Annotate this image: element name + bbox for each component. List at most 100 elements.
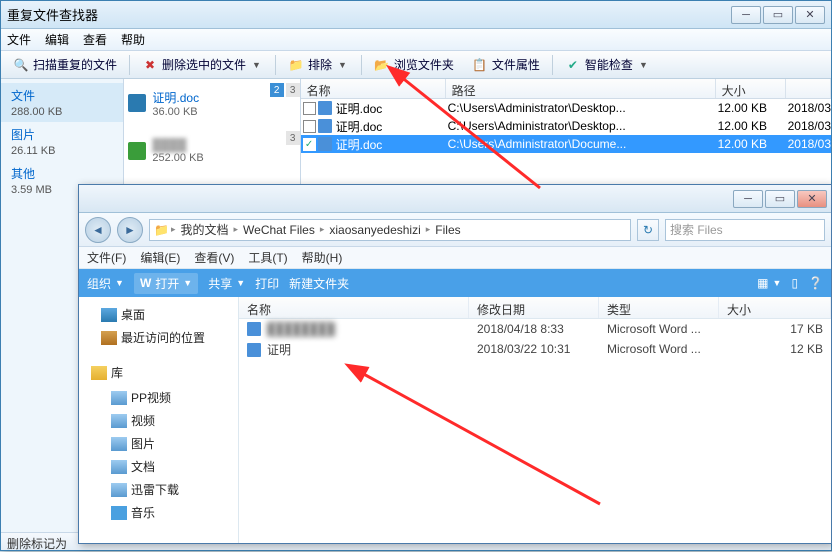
menu-view[interactable]: 查看(V)	[194, 249, 234, 266]
menu-help[interactable]: 帮助	[121, 31, 145, 48]
category-files[interactable]: 文件288.00 KB	[1, 83, 123, 122]
folder-icon	[101, 331, 117, 345]
close-button[interactable]: ✕	[797, 190, 827, 208]
file-row[interactable]: ████████2018/04/18 8:33Microsoft Word ..…	[239, 319, 831, 339]
breadcrumb[interactable]: xiaosanyedeshizi	[326, 223, 423, 237]
folder-icon	[111, 506, 127, 520]
count-badge: 3	[286, 83, 300, 97]
col-size[interactable]: 大小	[719, 297, 831, 318]
window-title: 重复文件查找器	[7, 5, 731, 24]
close-button[interactable]: ✕	[795, 6, 825, 24]
open-button[interactable]: W 打开 ▼	[134, 273, 198, 294]
browse-folder-button[interactable]: 📂 浏览文件夹	[368, 54, 460, 75]
col-path[interactable]: 路径	[446, 79, 716, 98]
preview-pane-button[interactable]: ▯	[791, 276, 798, 290]
scan-button[interactable]: 🔍扫描重复的文件	[7, 54, 123, 75]
tree-node[interactable]: 桌面	[83, 303, 234, 326]
sort-button[interactable]: 📁排除▼	[282, 54, 355, 75]
titlebar: ─ ▭ ✕	[79, 185, 831, 213]
explorer-window: ─ ▭ ✕ ◄ ► 📁 ▸ 我的文档▸ WeChat Files▸ xiaosa…	[78, 184, 832, 544]
refresh-button[interactable]: ↻	[637, 219, 659, 241]
word-icon	[247, 322, 261, 336]
folder-icon	[111, 391, 127, 405]
smart-check-button[interactable]: ✔智能检查▼	[559, 54, 656, 75]
breadcrumb[interactable]: Files	[432, 223, 463, 237]
tree-node[interactable]: 文档	[83, 455, 234, 478]
category-images[interactable]: 图片26.11 KB	[1, 122, 123, 161]
share-button[interactable]: 共享 ▼	[208, 275, 245, 292]
dropdown-icon: ▼	[637, 60, 650, 70]
folder-icon	[91, 366, 107, 380]
file-row[interactable]: ✓证明.docC:\Users\Administrator\Docume...1…	[301, 135, 831, 153]
excel-icon	[128, 142, 146, 160]
minimize-button[interactable]: ─	[731, 6, 761, 24]
menu-help[interactable]: 帮助(H)	[302, 249, 343, 266]
menu-file[interactable]: 文件(F)	[87, 249, 126, 266]
col-date[interactable]	[786, 79, 831, 98]
back-button[interactable]: ◄	[85, 217, 111, 243]
delete-button[interactable]: ✖删除选中的文件▼	[136, 54, 269, 75]
tree-node[interactable]: PP视频	[83, 386, 234, 409]
checkbox[interactable]	[303, 120, 316, 133]
folder-icon	[111, 437, 127, 451]
breadcrumb[interactable]: WeChat Files	[240, 223, 318, 237]
tree-node[interactable]: 视频	[83, 409, 234, 432]
forward-button[interactable]: ►	[117, 217, 143, 243]
menu-edit[interactable]: 编辑	[45, 31, 69, 48]
breadcrumb[interactable]: 我的文档	[177, 221, 231, 238]
maximize-button[interactable]: ▭	[765, 190, 795, 208]
maximize-button[interactable]: ▭	[763, 6, 793, 24]
menu-tools[interactable]: 工具(T)	[248, 249, 287, 266]
tree-node[interactable]: 最近访问的位置	[83, 326, 234, 349]
check-icon: ✔	[565, 57, 581, 73]
menu-bar: 文件 编辑 查看 帮助	[1, 29, 831, 51]
search-icon: 🔍	[13, 57, 29, 73]
dropdown-icon: ▼	[250, 60, 263, 70]
col-size[interactable]: 大小	[716, 79, 786, 98]
group-row[interactable]: 证明.doc36.00 KB 23	[124, 79, 299, 127]
list-header: 名称 路径 大小	[301, 79, 831, 99]
folder-icon	[111, 460, 127, 474]
col-date[interactable]: 修改日期	[469, 297, 599, 318]
menu-view[interactable]: 查看	[83, 31, 107, 48]
print-button[interactable]: 打印	[255, 275, 279, 292]
tree-node[interactable]: 音乐	[83, 501, 234, 524]
menu-file[interactable]: 文件	[7, 31, 31, 48]
count-badge: 3	[286, 131, 300, 145]
organize-button[interactable]: 组织 ▼	[87, 275, 124, 292]
help-button[interactable]: ❔	[808, 276, 823, 290]
word-icon	[247, 343, 261, 357]
properties-button[interactable]: 📋文件属性	[466, 54, 546, 75]
group-row[interactable]: ████252.00 KB 3	[124, 127, 299, 175]
checkbox[interactable]	[303, 102, 316, 115]
search-input[interactable]: 搜索 Files	[665, 219, 825, 241]
folder-icon: 📁	[288, 57, 304, 73]
minimize-button[interactable]: ─	[733, 190, 763, 208]
file-row[interactable]: 证明2018/03/22 10:31Microsoft Word ...12 K…	[239, 339, 831, 359]
tree-node[interactable]: 迅雷下载	[83, 478, 234, 501]
col-name[interactable]: 名称	[301, 79, 446, 98]
tree-node[interactable]: 库	[83, 361, 234, 384]
window-buttons: ─ ▭ ✕	[731, 6, 825, 24]
tree-node[interactable]: 图片	[83, 432, 234, 455]
word-icon	[318, 119, 332, 133]
view-options-button[interactable]: ▦ ▼	[757, 276, 781, 290]
file-row[interactable]: 证明.docC:\Users\Administrator\Desktop...1…	[301, 117, 831, 135]
file-header: 名称 修改日期 类型 大小	[239, 297, 831, 319]
browse-icon: 📂	[374, 57, 390, 73]
address-bar[interactable]: 📁 ▸ 我的文档▸ WeChat Files▸ xiaosanyedeshizi…	[149, 219, 631, 241]
nav-bar: ◄ ► 📁 ▸ 我的文档▸ WeChat Files▸ xiaosanyedes…	[79, 213, 831, 247]
checkbox[interactable]: ✓	[303, 138, 316, 151]
folder-icon	[101, 308, 117, 322]
col-name[interactable]: 名称	[239, 297, 469, 318]
folder-icon	[111, 414, 127, 428]
nav-tree: 桌面最近访问的位置库PP视频视频图片文档迅雷下载音乐	[79, 297, 239, 543]
delete-icon: ✖	[142, 57, 158, 73]
col-type[interactable]: 类型	[599, 297, 719, 318]
menu-edit[interactable]: 编辑(E)	[140, 249, 180, 266]
file-row[interactable]: 证明.docC:\Users\Administrator\Desktop...1…	[301, 99, 831, 117]
properties-icon: 📋	[472, 57, 488, 73]
explorer-body: 桌面最近访问的位置库PP视频视频图片文档迅雷下载音乐 名称 修改日期 类型 大小…	[79, 297, 831, 543]
new-folder-button[interactable]: 新建文件夹	[289, 275, 349, 292]
toolbar: 🔍扫描重复的文件 ✖删除选中的文件▼ 📁排除▼ 📂 浏览文件夹 📋文件属性 ✔智…	[1, 51, 831, 79]
